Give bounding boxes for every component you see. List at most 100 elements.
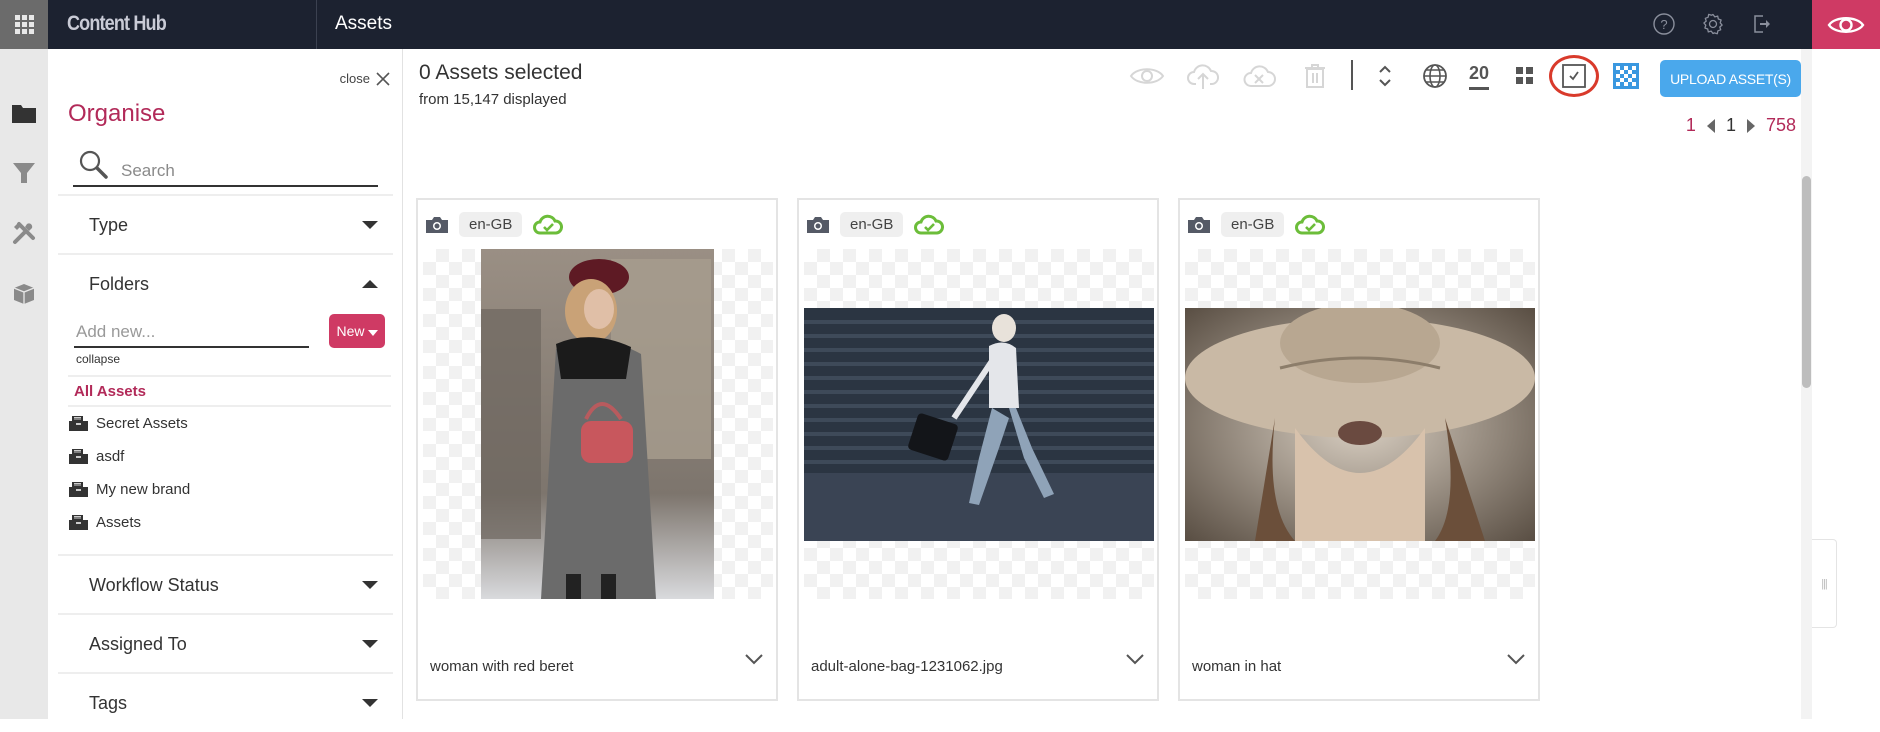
remove-cloud-icon[interactable] (1241, 61, 1277, 91)
section-label: Workflow Status (89, 574, 219, 595)
select-checkbox-icon[interactable] (1556, 61, 1592, 91)
side-drawer-handle[interactable]: ||| (1812, 539, 1837, 628)
app-launcher-button[interactable] (0, 0, 48, 49)
pagination: 1 1 758 (1686, 115, 1796, 136)
displayed-count: from 15,147 displayed (419, 91, 567, 108)
asset-thumbnail[interactable] (1185, 249, 1535, 599)
asset-thumbnail[interactable] (423, 249, 773, 599)
per-page-selector[interactable]: 20 (1469, 63, 1490, 90)
add-folder-field (74, 318, 309, 348)
toolbar-divider (1351, 60, 1353, 90)
section-workflow-status: Workflow Status (58, 554, 393, 614)
language-badge: en-GB (840, 212, 904, 237)
section-label: Type (89, 214, 129, 235)
divider (316, 0, 317, 49)
last-page-link[interactable]: 758 (1766, 115, 1796, 136)
folder-icon[interactable] (10, 99, 38, 127)
language-globe-icon[interactable] (1417, 61, 1453, 91)
section-tags: Tags (58, 672, 393, 732)
grip-icon: ||| (1821, 577, 1828, 590)
asset-image-woman-in-hat (1185, 308, 1535, 541)
section-assigned-toggle[interactable]: Assigned To (58, 615, 393, 673)
card-header: en-GB (807, 212, 945, 237)
section-workflow-toggle[interactable]: Workflow Status (58, 556, 393, 614)
chevron-down-icon[interactable] (744, 653, 764, 665)
folder-all-assets[interactable]: All Assets (74, 383, 146, 400)
brand-logo[interactable]: Content Hub (67, 12, 167, 36)
folder-box-icon (69, 416, 88, 431)
prev-page-icon[interactable] (1706, 118, 1716, 133)
grid-view-icon[interactable] (1507, 61, 1543, 91)
chevron-down-icon[interactable] (1506, 653, 1526, 665)
selected-count: 0 Assets selected (419, 61, 583, 84)
folder-label: My new brand (96, 481, 191, 498)
upload-cloud-icon[interactable] (1185, 61, 1221, 91)
preview-eye-button[interactable] (1812, 0, 1880, 49)
package-box-icon[interactable] (10, 279, 38, 307)
asset-card[interactable]: en-GB adult-alone-bag-1231062.jpg (797, 198, 1159, 701)
help-icon[interactable]: ? (1652, 12, 1676, 36)
folder-item[interactable]: asdf (69, 448, 124, 465)
published-cloud-icon (1295, 214, 1326, 234)
new-button-label: New (336, 323, 365, 339)
sort-toggle-icon[interactable] (1367, 61, 1403, 91)
folder-item[interactable]: My new brand (69, 481, 190, 498)
transparency-icon[interactable] (1608, 61, 1644, 91)
add-folder-input[interactable] (74, 318, 309, 342)
camera-icon (426, 217, 448, 233)
caret-down-icon (367, 329, 378, 336)
filter-icon[interactable] (10, 159, 38, 187)
asset-card[interactable]: en-GB woman with red beret (416, 198, 778, 701)
top-bar: Content Hub Assets ? (0, 0, 1880, 49)
delete-trash-icon[interactable] (1297, 61, 1333, 91)
asset-thumbnail[interactable] (804, 249, 1154, 599)
section-label: Assigned To (89, 633, 187, 654)
tools-icon[interactable] (10, 219, 38, 247)
close-panel-button[interactable]: close (340, 71, 390, 86)
folder-label: asdf (96, 448, 125, 465)
asset-card[interactable]: en-GB woman in hat (1178, 198, 1540, 701)
page-title: Assets (335, 13, 393, 34)
upload-assets-button[interactable]: UPLOAD ASSET(S) (1660, 60, 1801, 97)
organise-panel: close Organise Type Folders New collapse… (48, 49, 403, 719)
camera-icon (1188, 217, 1210, 233)
current-page: 1 (1725, 115, 1736, 135)
preview-eye-icon (1827, 16, 1865, 33)
chevron-down-icon[interactable] (1125, 653, 1145, 665)
section-type-toggle[interactable]: Type (58, 196, 393, 254)
section-folders-toggle[interactable]: Folders (58, 255, 393, 313)
svg-text:?: ? (1660, 17, 1667, 32)
section-type: Type (58, 194, 393, 254)
first-page-link[interactable]: 1 (1686, 115, 1696, 136)
preview-icon[interactable] (1129, 61, 1165, 91)
left-rail (0, 49, 48, 719)
search-icon (79, 150, 108, 179)
folder-box-icon (69, 482, 88, 497)
caret-down-icon (362, 699, 378, 707)
asset-name: woman with red beret (430, 658, 574, 675)
asset-image-woman-red-beret (481, 249, 714, 599)
camera-icon (807, 217, 829, 233)
language-badge: en-GB (459, 212, 523, 237)
divider (68, 375, 391, 377)
panel-title: Organise (68, 100, 166, 127)
caret-up-icon (362, 280, 378, 288)
published-cloud-icon (533, 214, 564, 234)
section-label: Folders (89, 273, 150, 294)
logout-icon[interactable] (1750, 12, 1774, 36)
caret-down-icon (362, 640, 378, 648)
folder-label: Assets (96, 514, 142, 531)
folder-item[interactable]: Assets (69, 514, 141, 531)
settings-gear-icon[interactable] (1701, 12, 1725, 36)
asset-image-adult-alone-bag (804, 308, 1154, 541)
collapse-link[interactable]: collapse (76, 352, 120, 366)
next-page-icon[interactable] (1746, 118, 1756, 133)
scrollbar-thumb[interactable] (1802, 176, 1811, 388)
new-folder-button[interactable]: New (329, 314, 385, 348)
search-input[interactable] (121, 161, 371, 181)
asset-name: woman in hat (1192, 658, 1282, 675)
asset-name: adult-alone-bag-1231062.jpg (811, 658, 1003, 675)
divider (68, 405, 391, 407)
folder-item[interactable]: Secret Assets (69, 415, 188, 432)
section-tags-toggle[interactable]: Tags (58, 674, 393, 732)
